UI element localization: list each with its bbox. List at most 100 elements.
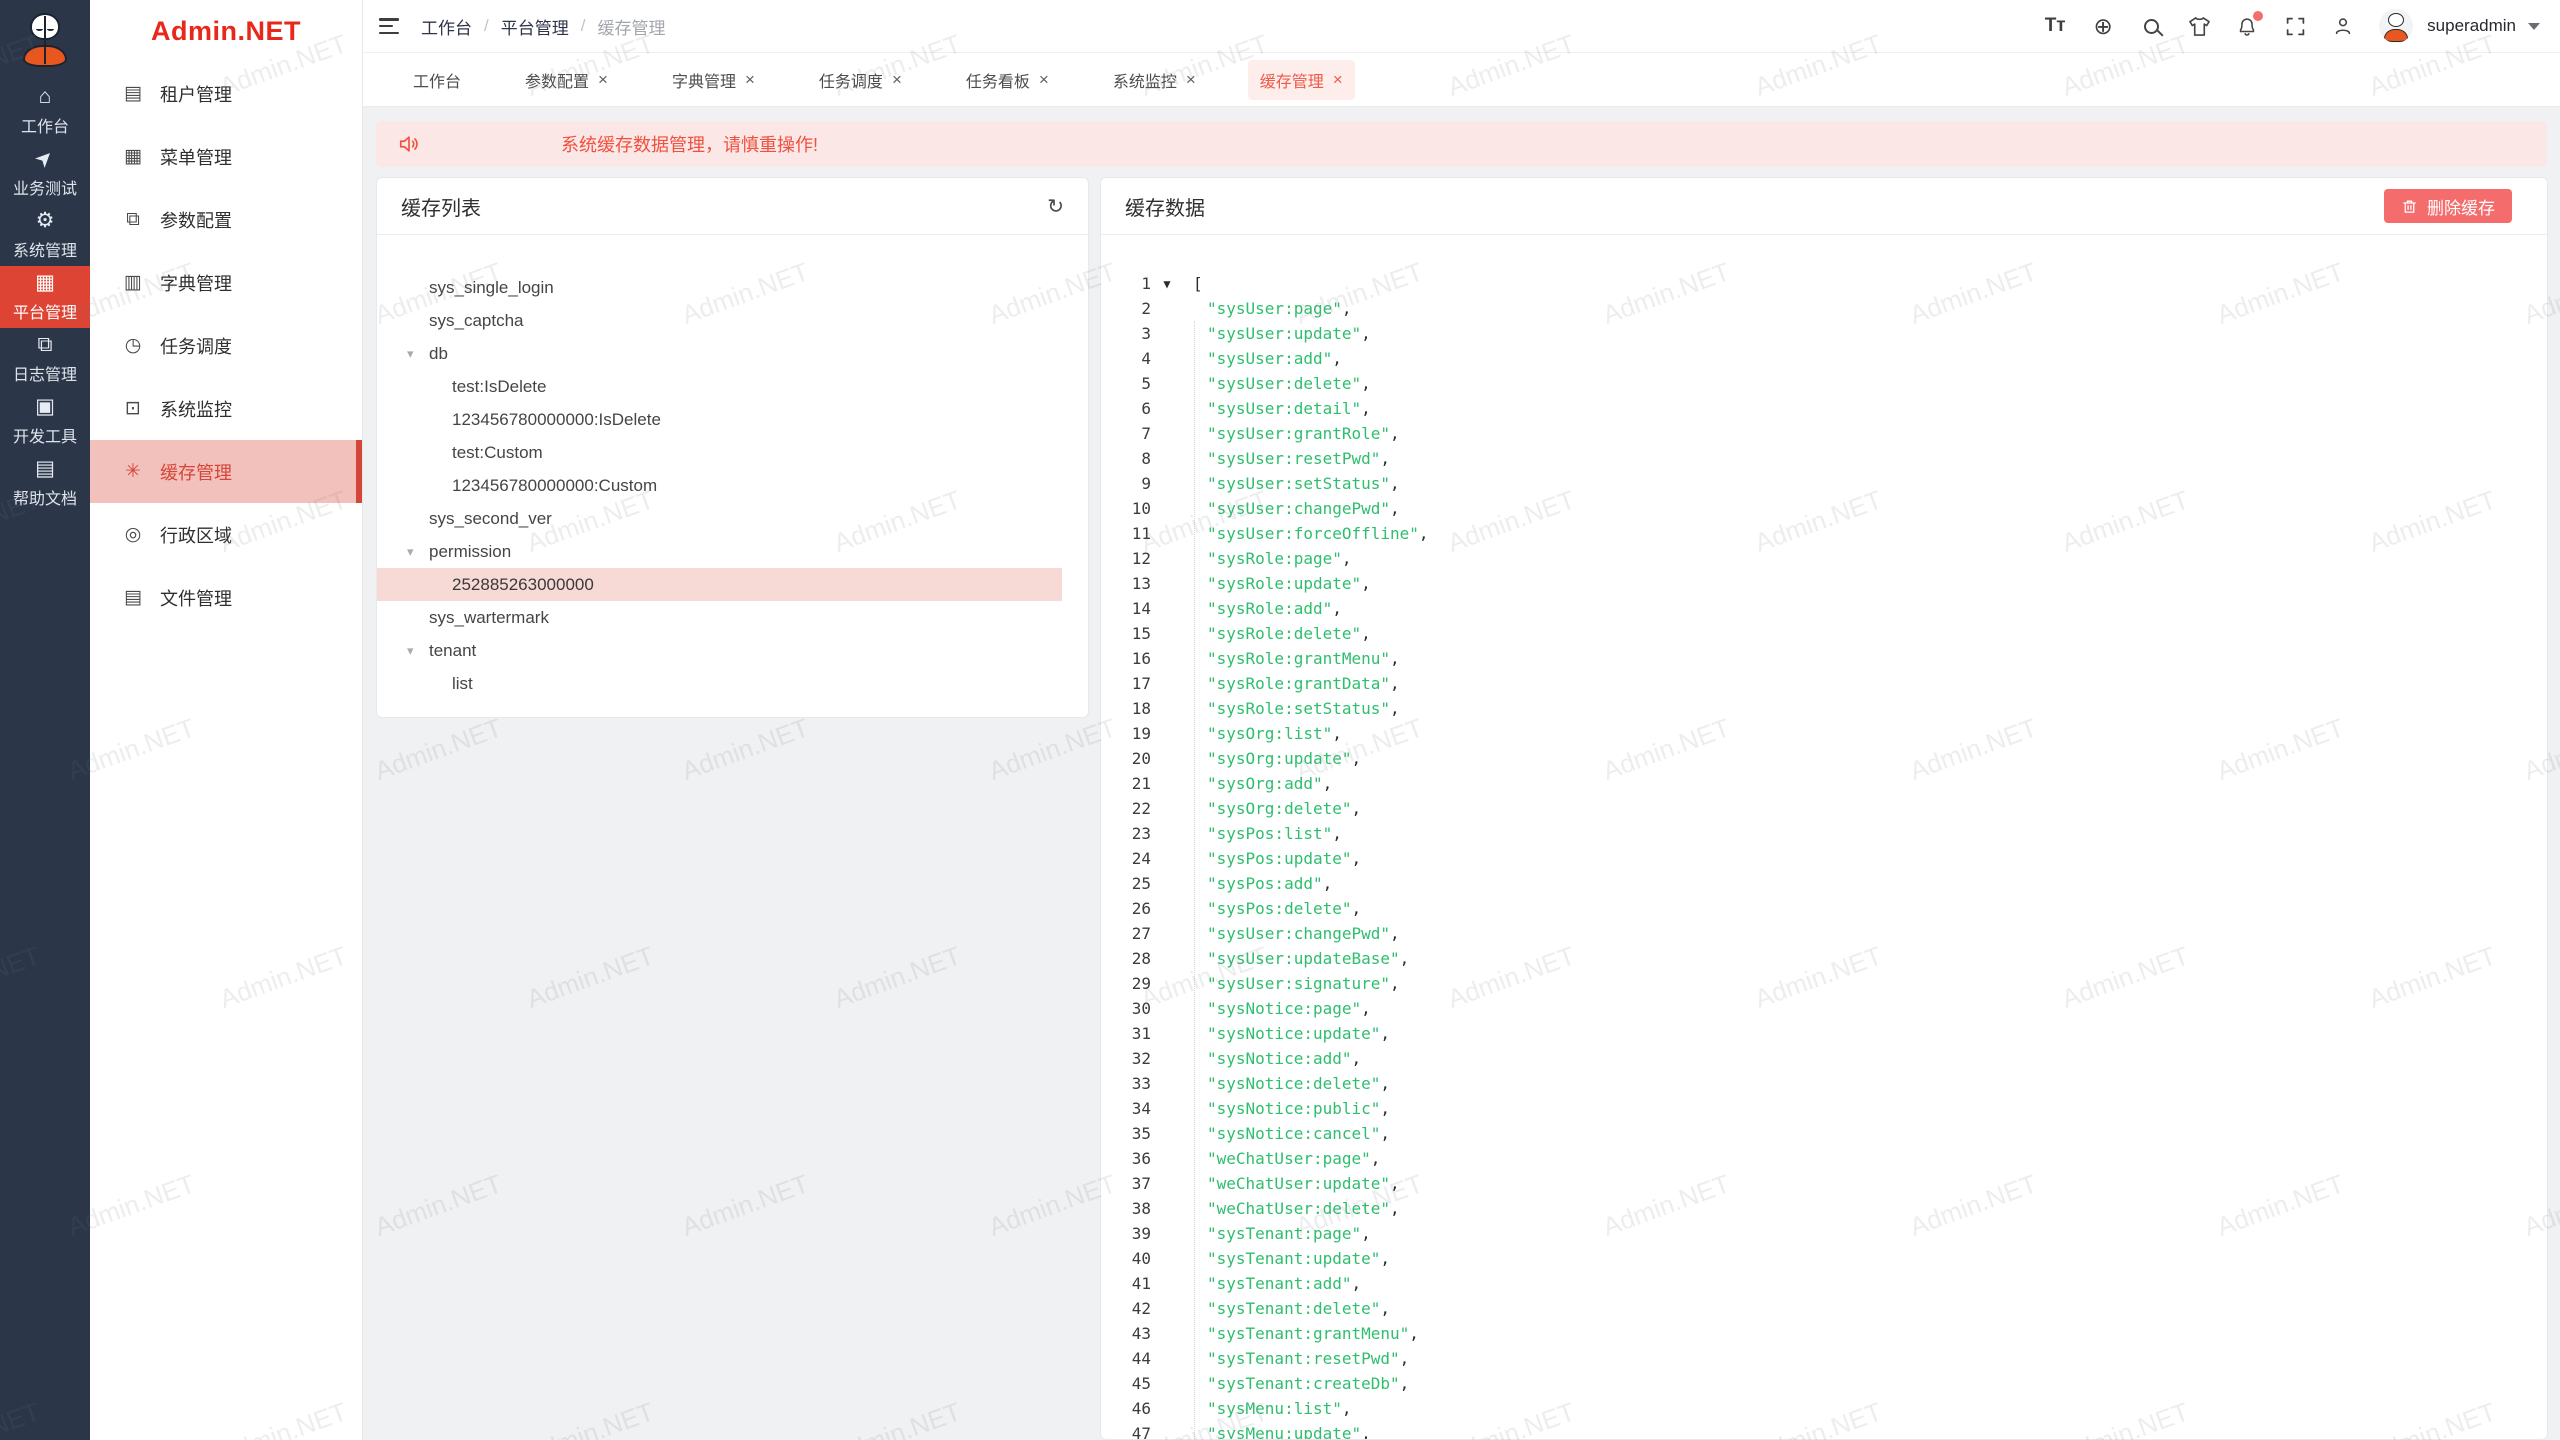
sidebar-item-缓存管理[interactable]: ✳ 缓存管理 xyxy=(90,440,362,503)
primary-sidebar-item-系统管理[interactable]: ⚙ 系统管理 xyxy=(0,204,90,266)
json-string-value: "sysRole:update" xyxy=(1207,574,1361,593)
tab-字典管理[interactable]: 字典管理 × xyxy=(660,60,767,100)
line-number: 18 xyxy=(1101,699,1151,718)
cache-list-title: 缓存列表 xyxy=(401,192,481,221)
tab-close-icon[interactable]: × xyxy=(892,71,902,88)
line-number: 15 xyxy=(1101,624,1151,643)
expand-arrow-icon[interactable]: ▾ xyxy=(407,544,414,560)
json-string-value: "sysTenant:resetPwd" xyxy=(1207,1349,1400,1368)
json-string-value: "weChatUser:page" xyxy=(1207,1149,1371,1168)
cache-list-panel: 缓存列表 ↻ sys_single_login sys_captcha ▾ db… xyxy=(376,177,1089,718)
expand-arrow-icon[interactable]: ▾ xyxy=(407,346,414,362)
notification-bell-icon[interactable] xyxy=(2235,14,2259,38)
tree-node-permission[interactable]: ▾ permission xyxy=(377,535,1062,568)
tab-任务调度[interactable]: 任务调度 × xyxy=(807,60,914,100)
primary-sidebar-item-日志管理[interactable]: ⧉ 日志管理 xyxy=(0,328,90,390)
json-string-value: "sysMenu:update" xyxy=(1207,1424,1361,1440)
json-string-value: "sysRole:delete" xyxy=(1207,624,1361,643)
line-number: 42 xyxy=(1101,1299,1151,1318)
line-number: 8 xyxy=(1101,449,1151,468)
code-line: 22"sysOrg:delete", xyxy=(1101,796,2547,821)
language-icon[interactable]: ⊕ xyxy=(2091,14,2115,38)
sidebar-item-租户管理[interactable]: ▤ 租户管理 xyxy=(90,62,362,125)
fullscreen-icon[interactable] xyxy=(2283,14,2307,38)
json-string-value: "sysUser:delete" xyxy=(1207,374,1361,393)
json-string-value: "sysNotice:cancel" xyxy=(1207,1124,1380,1143)
json-string-value: "sysTenant:update" xyxy=(1207,1249,1380,1268)
primary-sidebar-item-帮助文档[interactable]: ▤ 帮助文档 xyxy=(0,452,90,514)
delete-cache-button[interactable]: 删除缓存 xyxy=(2384,189,2512,223)
tab-缓存管理[interactable]: 缓存管理 × xyxy=(1248,60,1355,100)
tree-node-tenant[interactable]: ▾ tenant xyxy=(377,634,1062,667)
chevron-down-icon[interactable] xyxy=(2528,23,2540,30)
line-number: 3 xyxy=(1101,324,1151,343)
sidebar-item-参数配置[interactable]: ⧉ 参数配置 xyxy=(90,188,362,251)
sidebar-item-任务调度[interactable]: ◷ 任务调度 xyxy=(90,314,362,377)
primary-sidebar-item-开发工具[interactable]: ▣ 开发工具 xyxy=(0,390,90,452)
tab-系统监控[interactable]: 系统监控 × xyxy=(1101,60,1208,100)
tree-node-test:IsDelete[interactable]: test:IsDelete xyxy=(377,370,1062,403)
tree-node-sys_single_login[interactable]: sys_single_login xyxy=(377,271,1062,304)
tab-任务看板[interactable]: 任务看板 × xyxy=(954,60,1061,100)
primary-sidebar-item-工作台[interactable]: ⌂ 工作台 xyxy=(0,80,90,142)
line-number: 10 xyxy=(1101,499,1151,518)
theme-shirt-icon[interactable] xyxy=(2187,14,2211,38)
code-line: 8"sysUser:resetPwd", xyxy=(1101,446,2547,471)
primary-sidebar-nav: ⌂ 工作台 ➤ 业务测试 ⚙ 系统管理 ▦ 平台管理 ⧉ 日志管理 ▣ 开发工具… xyxy=(0,80,90,514)
tab-close-icon[interactable]: × xyxy=(1186,71,1196,88)
code-line: 28"sysUser:updateBase", xyxy=(1101,946,2547,971)
primary-sidebar-item-业务测试[interactable]: ➤ 业务测试 xyxy=(0,142,90,204)
tab-参数配置[interactable]: 参数配置 × xyxy=(513,60,620,100)
tab-close-icon[interactable]: × xyxy=(598,71,608,88)
sidebar-item-文件管理[interactable]: ▤ 文件管理 xyxy=(90,566,362,629)
app-logo[interactable] xyxy=(0,0,90,80)
tree-node-252885263000000[interactable]: 252885263000000 xyxy=(377,568,1062,601)
code-line: 20"sysOrg:update", xyxy=(1101,746,2547,771)
tree-node-sys_second_ver[interactable]: sys_second_ver xyxy=(377,502,1062,535)
line-number: 32 xyxy=(1101,1049,1151,1068)
tab-close-icon[interactable]: × xyxy=(1333,71,1343,88)
tree-node-sys_captcha[interactable]: sys_captcha xyxy=(377,304,1062,337)
json-string-value: "sysNotice:delete" xyxy=(1207,1074,1380,1093)
tree-node-sys_wartermark[interactable]: sys_wartermark xyxy=(377,601,1062,634)
expand-arrow-icon[interactable]: ▾ xyxy=(407,643,414,659)
fold-arrow-icon[interactable]: ▼ xyxy=(1155,277,1179,291)
indent-guide xyxy=(1194,321,1195,1440)
sidebar-item-系统监控[interactable]: ⊡ 系统监控 xyxy=(90,377,362,440)
sidebar-item-菜单管理[interactable]: ▦ 菜单管理 xyxy=(90,125,362,188)
json-string-value: "sysNotice:update" xyxy=(1207,1024,1380,1043)
sidebar-item-行政区域[interactable]: ◎ 行政区域 xyxy=(90,503,362,566)
sidebar-item-字典管理[interactable]: ▥ 字典管理 xyxy=(90,251,362,314)
tree-node-123456780000000:IsDelete[interactable]: 123456780000000:IsDelete xyxy=(377,403,1062,436)
search-icon[interactable] xyxy=(2139,14,2163,38)
tree-node-list[interactable]: list xyxy=(377,667,1062,700)
font-size-icon[interactable]: Tт xyxy=(2043,14,2067,38)
breadcrumb-item[interactable]: 工作台 xyxy=(421,14,472,39)
tab-close-icon[interactable]: × xyxy=(745,71,755,88)
code-line: 13"sysRole:update", xyxy=(1101,571,2547,596)
user-avatar[interactable] xyxy=(2379,9,2413,43)
profile-icon[interactable] xyxy=(2331,14,2355,38)
primary-sidebar-item-平台管理[interactable]: ▦ 平台管理 xyxy=(0,266,90,328)
breadcrumb-item[interactable]: 平台管理 xyxy=(501,14,569,39)
code-line: 4"sysUser:add", xyxy=(1101,346,2547,371)
line-number: 36 xyxy=(1101,1149,1151,1168)
schedule-icon: ◷ xyxy=(122,334,144,357)
username[interactable]: superadmin xyxy=(2427,16,2516,36)
cache-icon: ✳ xyxy=(122,460,144,483)
refresh-icon[interactable]: ↻ xyxy=(1047,194,1064,219)
tab-close-icon[interactable]: × xyxy=(1039,71,1049,88)
tree-node-123456780000000:Custom[interactable]: 123456780000000:Custom xyxy=(377,469,1062,502)
line-number: 30 xyxy=(1101,999,1151,1018)
tree-node-test:Custom[interactable]: test:Custom xyxy=(377,436,1062,469)
json-string-value: "sysNotice:add" xyxy=(1207,1049,1352,1068)
tree-node-db[interactable]: ▾ db xyxy=(377,337,1062,370)
json-string-value: "sysNotice:public" xyxy=(1207,1099,1380,1118)
notification-badge xyxy=(2253,11,2263,21)
tab-工作台[interactable]: 工作台 xyxy=(401,60,473,100)
code-line: 6"sysUser:detail", xyxy=(1101,396,2547,421)
breadcrumb-item: 缓存管理 xyxy=(597,14,665,39)
code-line: 21"sysOrg:add", xyxy=(1101,771,2547,796)
line-number: 46 xyxy=(1101,1399,1151,1418)
collapse-menu-icon[interactable] xyxy=(379,18,399,34)
